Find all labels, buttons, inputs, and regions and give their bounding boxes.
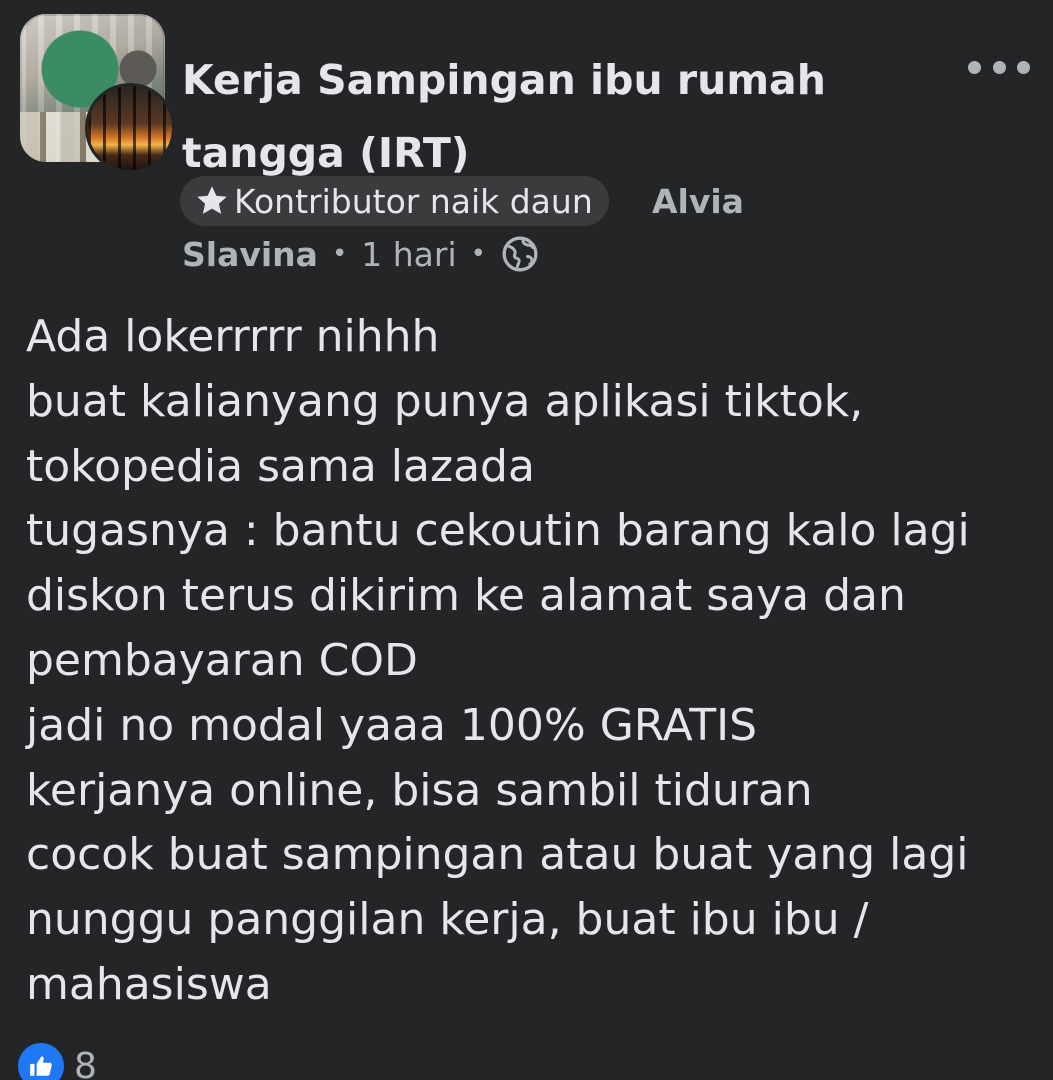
post-meta: Slavina • 1 hari • xyxy=(182,228,540,280)
like-icon xyxy=(18,1043,64,1080)
meta-separator: • xyxy=(331,239,348,269)
badge-label: Kontributor naik daun xyxy=(234,181,593,221)
author-avatar-image xyxy=(88,86,172,170)
post-text-line: Ada lokerrrrr nihhh xyxy=(26,311,440,362)
post-text-line: diskon terus dikirim ke alamat saya dan xyxy=(26,570,906,622)
meta-separator: • xyxy=(470,239,486,269)
post-card: Kerja Sampingan ibu rumah tangga (IRT) K… xyxy=(0,0,1053,1080)
reactions-summary[interactable]: 8 xyxy=(18,1042,97,1080)
group-name-link[interactable]: Kerja Sampingan ibu rumah tangga (IRT) xyxy=(182,44,902,190)
author-avatar[interactable] xyxy=(85,83,175,173)
post-text: Ada lokerrrrr nihhh buat kalianyang puny… xyxy=(26,305,1036,1018)
more-options-icon-dot xyxy=(992,60,1006,74)
star-icon xyxy=(197,186,227,214)
contributor-badge[interactable]: Kontributor naik daun xyxy=(180,176,609,226)
thumbs-up-icon xyxy=(30,1056,52,1076)
author-name-last[interactable]: Slavina xyxy=(182,235,318,274)
post-text-line: pembayaran COD xyxy=(26,634,418,686)
globe-icon xyxy=(502,236,538,272)
post-timestamp[interactable]: 1 hari xyxy=(361,235,456,274)
post-text-line: mahasiswa xyxy=(26,958,272,1010)
author-name-first[interactable]: Alvia xyxy=(652,178,744,226)
post-text-line: tokopedia sama lazada xyxy=(26,440,535,492)
more-options-button[interactable] xyxy=(962,52,1036,82)
post-text-line: buat kalianyang punya aplikasi tiktok, xyxy=(26,375,864,427)
post-text-line: nunggu panggilan kerja, buat ibu ibu / xyxy=(26,894,869,946)
more-options-icon-dot xyxy=(1017,60,1030,74)
post-text-line: kerjanya online, bisa sambil tiduran xyxy=(26,764,813,816)
post-text-line: jadi no modal yaaa 100% GRATIS xyxy=(26,699,758,751)
post-text-line: cocok buat sampingan atau buat yang lagi xyxy=(26,829,969,881)
reaction-count: 8 xyxy=(74,1045,97,1080)
more-options-icon xyxy=(968,60,981,74)
post-text-line: tugasnya : bantu cekoutin barang kalo la… xyxy=(26,505,970,557)
